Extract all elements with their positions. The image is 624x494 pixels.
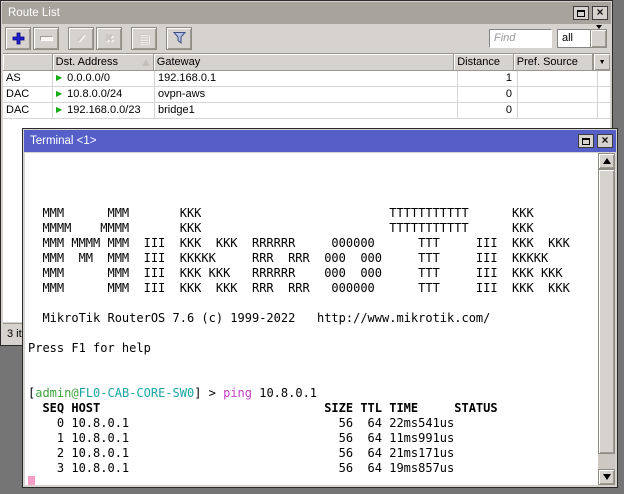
- route-dst-address: ▶ 192.168.0.0/23: [53, 103, 155, 119]
- close-icon: ×: [601, 133, 609, 147]
- route-pref-source: [518, 87, 598, 103]
- minus-icon: [39, 35, 53, 41]
- route-table-header: Dst. Address Gateway Distance Pref. Sour…: [3, 54, 610, 71]
- route-flags: DAC: [3, 103, 53, 119]
- route-pref-source: [518, 71, 598, 87]
- column-select-icon: ▼: [598, 58, 606, 66]
- route-active-icon: ▶: [56, 89, 63, 98]
- maximize-icon: [577, 9, 585, 17]
- terminal-window: Terminal <1> × MMM MMM KKK TTTTTTTTTTT K…: [22, 128, 618, 488]
- add-button[interactable]: [5, 26, 31, 50]
- route-list-titlebar[interactable]: Route List ×: [2, 2, 611, 24]
- route-gateway: bridge1: [155, 103, 458, 119]
- route-distance: 1: [458, 71, 518, 87]
- close-icon: ×: [596, 5, 604, 19]
- table-row[interactable]: DAC ▶ 192.168.0.0/23 bridge1 0: [3, 103, 610, 119]
- cross-icon: ✖: [103, 31, 115, 45]
- column-header-flags[interactable]: [3, 54, 53, 71]
- maximize-button[interactable]: [578, 134, 594, 148]
- close-button[interactable]: ×: [597, 134, 613, 148]
- route-dst-address: ▶ 10.8.0.0/24: [53, 87, 155, 103]
- column-header-dst-address[interactable]: Dst. Address: [52, 54, 154, 71]
- scroll-down-button[interactable]: [598, 469, 615, 485]
- route-flags: AS: [3, 71, 53, 87]
- column-header-distance[interactable]: Distance: [454, 54, 514, 71]
- scrollbar-thumb[interactable]: [598, 169, 615, 454]
- column-select-button[interactable]: ▼: [593, 54, 610, 71]
- table-row[interactable]: DAC ▶ 10.8.0.0/24 ovpn-aws 0: [3, 87, 610, 103]
- remove-button[interactable]: [33, 26, 59, 50]
- check-icon: ✔: [75, 31, 87, 45]
- terminal-scrollbar[interactable]: [598, 153, 615, 485]
- scroll-down-icon: [602, 474, 611, 480]
- route-distance: 0: [458, 103, 518, 119]
- maximize-icon: [582, 137, 590, 145]
- terminal-body: MMM MMM KKK TTTTTTTTTTT KKK MMMM MMMM KK…: [25, 153, 615, 485]
- column-header-gateway[interactable]: Gateway: [153, 54, 455, 71]
- comment-icon: ▤: [138, 31, 150, 45]
- route-list-toolbar: ✔ ✖ ▤ all: [1, 24, 612, 52]
- filter-scope-dropdown-button[interactable]: [590, 25, 607, 48]
- route-active-icon: ▶: [56, 73, 63, 82]
- table-row[interactable]: AS ▶ 0.0.0.0/0 192.168.0.1 1: [3, 71, 610, 87]
- winbox-mdi-workspace: { "colors": { "active_titlebar": "#565fc…: [0, 0, 624, 494]
- route-list-title: Route List: [8, 7, 60, 19]
- filter-icon: [172, 32, 186, 44]
- disable-button[interactable]: ✖: [96, 26, 122, 50]
- filter-button[interactable]: [166, 26, 192, 50]
- route-gateway: 192.168.0.1: [155, 71, 458, 87]
- scroll-up-icon: [602, 158, 611, 164]
- terminal-output: MMM MMM KKK TTTTTTTTTTT KKK MMMM MMMM KK…: [28, 153, 596, 485]
- enable-button[interactable]: ✔: [68, 26, 94, 50]
- column-header-pref-source[interactable]: Pref. Source: [513, 54, 594, 71]
- terminal-cursor: [28, 476, 35, 485]
- comment-button[interactable]: ▤: [131, 26, 157, 50]
- route-flags: DAC: [3, 87, 53, 103]
- route-pref-source: [518, 103, 598, 119]
- dropdown-icon: [595, 25, 602, 47]
- terminal-title: Terminal <1>: [30, 135, 97, 147]
- close-button[interactable]: ×: [592, 6, 608, 20]
- sort-asc-icon: [141, 58, 150, 66]
- scroll-up-button[interactable]: [598, 153, 615, 169]
- route-distance: 0: [458, 87, 518, 103]
- route-dst-address: ▶ 0.0.0.0/0: [53, 71, 155, 87]
- find-input[interactable]: [489, 28, 552, 48]
- filter-scope-value[interactable]: all: [557, 28, 590, 48]
- plus-icon: [12, 32, 24, 44]
- terminal-titlebar[interactable]: Terminal <1> ×: [24, 130, 616, 152]
- route-gateway: ovpn-aws: [155, 87, 458, 103]
- maximize-button[interactable]: [573, 6, 589, 20]
- route-table-rows: AS ▶ 0.0.0.0/0 192.168.0.1 1 DAC ▶ 10.8.0.…: [3, 71, 610, 119]
- route-active-icon: ▶: [56, 105, 63, 114]
